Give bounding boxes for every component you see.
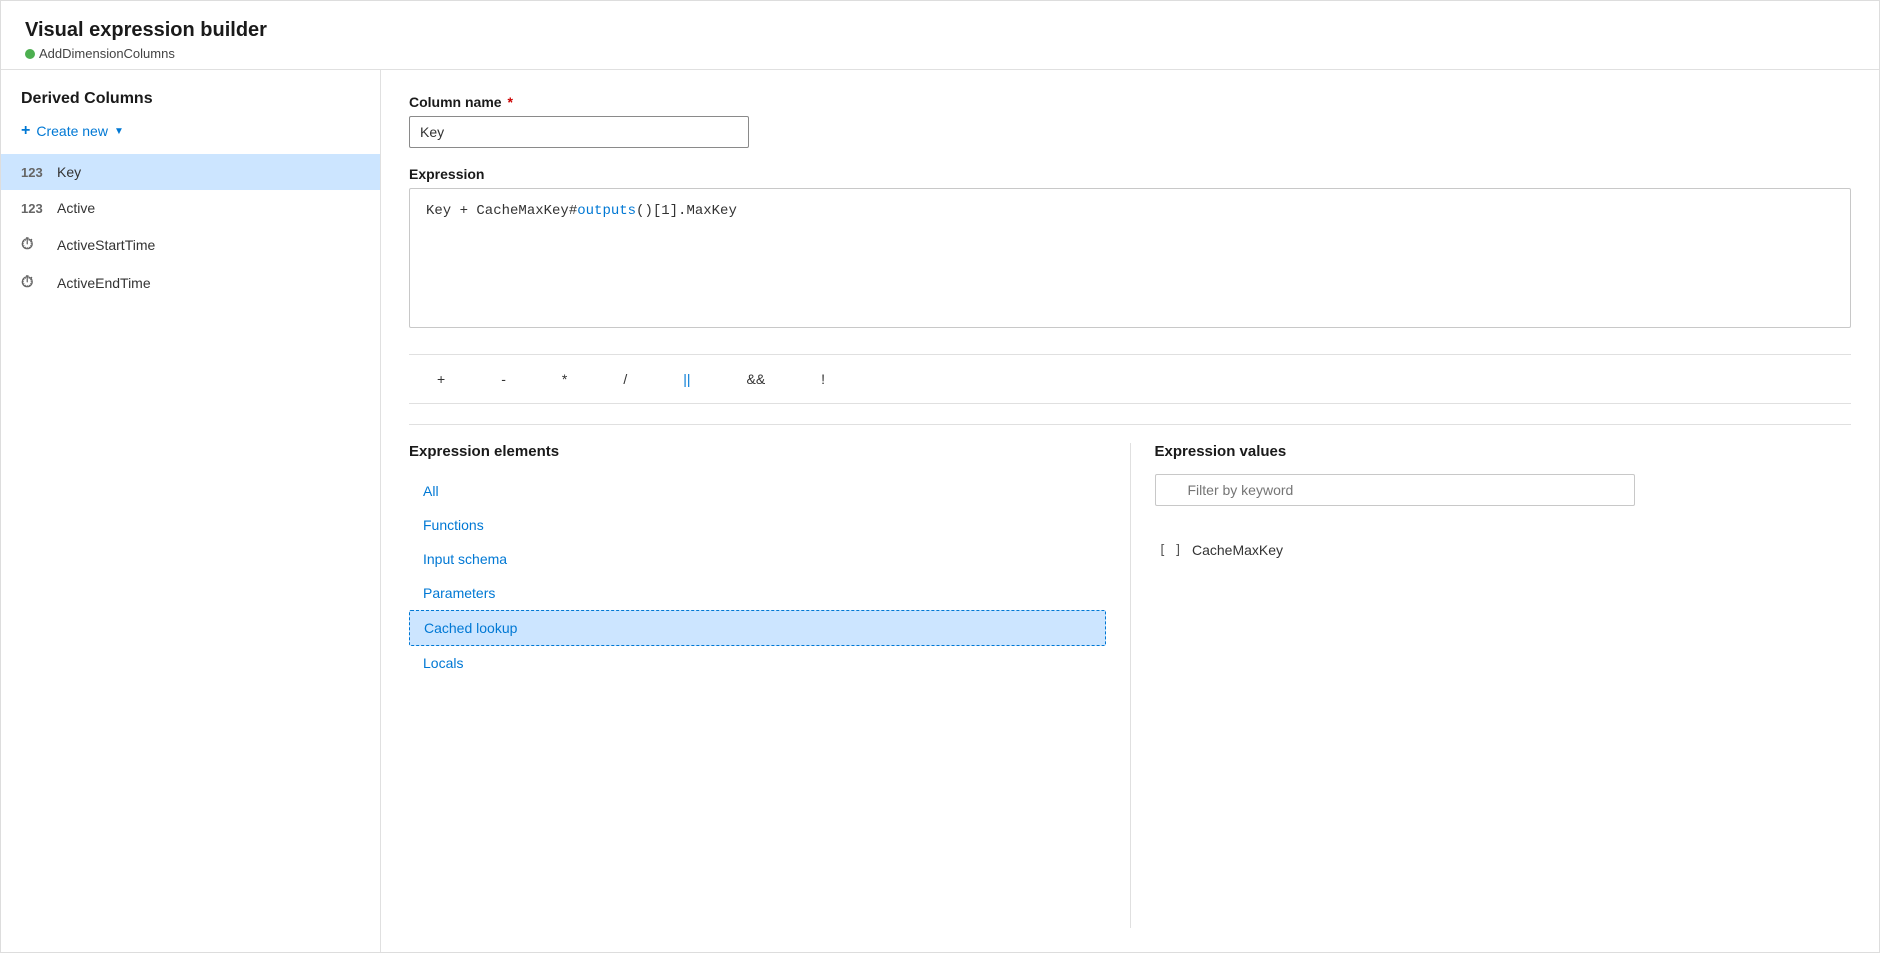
expression-text-after: ()[1].MaxKey — [636, 203, 737, 219]
expression-group: Expression Key + CacheMaxKey#outputs()[1… — [409, 166, 1851, 328]
header: Visual expression builder AddDimensionCo… — [1, 1, 1879, 70]
filter-wrapper: 🔍 — [1155, 474, 1635, 520]
sidebar-item-activeendtime[interactable]: ⏱ ActiveEndTime — [1, 264, 380, 302]
sidebar-item-label: Active — [57, 200, 95, 216]
filter-input[interactable] — [1155, 474, 1635, 506]
expression-values-panel: Expression values 🔍 [ ] CacheMaxKey — [1130, 443, 1852, 928]
lower-section: Expression elements All Functions Input … — [409, 424, 1851, 928]
number-icon: 123 — [21, 201, 45, 216]
operator-bar: + - * / || && ! — [409, 354, 1851, 404]
operator-and[interactable]: && — [718, 365, 793, 393]
sidebar-item-label: Key — [57, 164, 81, 180]
expression-values-title: Expression values — [1155, 443, 1852, 460]
create-plus-icon: + — [21, 122, 30, 140]
status-dot — [25, 49, 35, 59]
main-content: Column name * Expression Key + CacheMaxK… — [381, 70, 1879, 952]
app-container: Visual expression builder AddDimensionCo… — [0, 0, 1880, 953]
expression-text-before: Key + CacheMaxKey# — [426, 203, 577, 219]
value-label: CacheMaxKey — [1192, 542, 1283, 558]
elem-all[interactable]: All — [409, 474, 1106, 508]
sidebar-item-key[interactable]: 123 Key — [1, 154, 380, 190]
elem-cached-lookup[interactable]: Cached lookup — [409, 610, 1106, 646]
elem-locals[interactable]: Locals — [409, 646, 1106, 680]
create-new-button[interactable]: + Create new ▼ — [1, 116, 380, 146]
expression-highlight: outputs — [577, 203, 636, 219]
header-subtitle: AddDimensionColumns — [25, 46, 1855, 61]
clock-icon: ⏱ — [21, 274, 45, 292]
sidebar: Derived Columns + Create new ▼ 123 Key 1… — [1, 70, 381, 952]
expression-label: Expression — [409, 166, 1851, 182]
create-label: Create new — [36, 123, 108, 139]
column-name-group: Column name * — [409, 94, 1851, 148]
sidebar-section-title: Derived Columns — [1, 90, 380, 108]
sidebar-item-activestarttime[interactable]: ⏱ ActiveStartTime — [1, 226, 380, 264]
expression-elements-title: Expression elements — [409, 443, 1106, 460]
page-title: Visual expression builder — [25, 19, 1855, 42]
main-layout: Derived Columns + Create new ▼ 123 Key 1… — [1, 70, 1879, 952]
operator-not[interactable]: ! — [793, 365, 853, 393]
value-item-cachemaxkey[interactable]: [ ] CacheMaxKey — [1155, 534, 1852, 566]
operator-minus[interactable]: - — [473, 365, 534, 393]
elem-parameters[interactable]: Parameters — [409, 576, 1106, 610]
column-name-label: Column name * — [409, 94, 1851, 110]
chevron-down-icon: ▼ — [114, 126, 124, 137]
operator-plus[interactable]: + — [409, 365, 473, 393]
sidebar-item-label: ActiveStartTime — [57, 237, 155, 253]
clock-icon: ⏱ — [21, 236, 45, 254]
expression-elements-panel: Expression elements All Functions Input … — [409, 443, 1130, 928]
number-icon: 123 — [21, 165, 45, 180]
sidebar-item-label: ActiveEndTime — [57, 275, 151, 291]
elem-functions[interactable]: Functions — [409, 508, 1106, 542]
elem-input-schema[interactable]: Input schema — [409, 542, 1106, 576]
expression-editor[interactable]: Key + CacheMaxKey#outputs()[1].MaxKey — [409, 188, 1851, 328]
operator-or[interactable]: || — [655, 365, 718, 393]
operator-divide[interactable]: / — [595, 365, 655, 393]
array-icon: [ ] — [1159, 543, 1182, 558]
operator-multiply[interactable]: * — [534, 365, 595, 393]
required-indicator: * — [507, 94, 512, 110]
subtitle-text: AddDimensionColumns — [39, 46, 175, 61]
sidebar-item-active[interactable]: 123 Active — [1, 190, 380, 226]
column-name-input[interactable] — [409, 116, 749, 148]
